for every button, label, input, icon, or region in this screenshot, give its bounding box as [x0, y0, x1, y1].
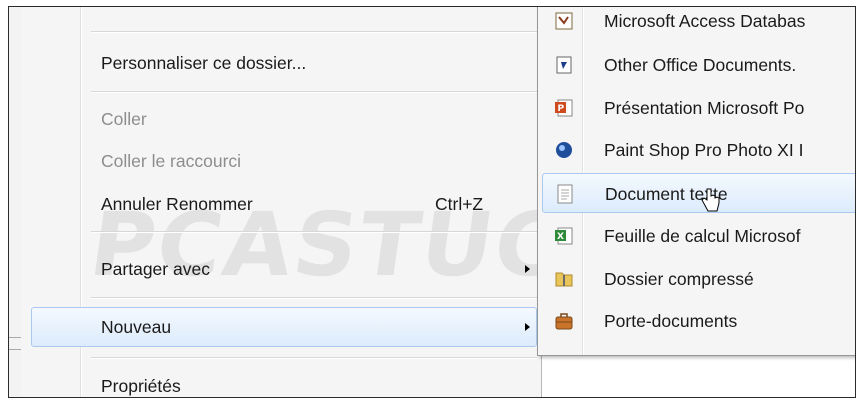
- zip-folder-icon: [555, 272, 573, 287]
- submenu-arrow-icon: [525, 323, 530, 331]
- briefcase-icon: [555, 313, 573, 330]
- submenu-item-label: Paint Shop Pro Photo XI I: [604, 140, 804, 160]
- context-menu: PCASTUCES Personnaliser ce dossier... Co…: [21, 7, 696, 397]
- submenu-item-paint-shop-pro[interactable]: Paint Shop Pro Photo XI I: [542, 130, 855, 170]
- svg-text:P: P: [558, 104, 565, 114]
- submenu-item-compressed-folder[interactable]: Dossier compressé: [542, 259, 855, 299]
- submenu-item-powerpoint-presentation[interactable]: P Présentation Microsoft Po: [542, 88, 855, 128]
- menu-item-label: Coller le raccourci: [101, 151, 242, 171]
- submenu-arrow-icon: [525, 265, 530, 273]
- background-file-pane: [539, 355, 855, 397]
- mouse-pointer-icon: [701, 188, 720, 212]
- paint-shop-pro-icon: [556, 142, 572, 158]
- menu-separator: [91, 31, 537, 33]
- menu-item-label: Propriétés: [101, 376, 181, 396]
- menu-item-properties[interactable]: Propriétés: [31, 367, 537, 397]
- submenu-item-label: Other Office Documents.: [604, 55, 797, 75]
- svg-text:X: X: [557, 232, 564, 242]
- menu-item-paste-shortcut[interactable]: Coller le raccourci: [31, 142, 537, 180]
- menu-item-paste[interactable]: Coller: [31, 100, 537, 138]
- text-document-icon: [557, 184, 573, 204]
- submenu-item-label: Feuille de calcul Microsof: [604, 226, 801, 246]
- submenu-item-briefcase[interactable]: Porte-documents: [542, 301, 855, 341]
- menu-item-label: Personnaliser ce dossier...: [101, 53, 307, 73]
- menu-separator: [91, 91, 537, 93]
- access-database-icon: [555, 12, 573, 30]
- menu-item-label: Nouveau: [101, 317, 172, 337]
- submenu-item-text-document[interactable]: Document texte: [542, 173, 855, 213]
- menu-item-new[interactable]: Nouveau: [31, 307, 537, 347]
- menu-separator: [91, 357, 537, 359]
- excel-spreadsheet-icon: X: [555, 227, 573, 245]
- submenu-item-access-database[interactable]: Microsoft Access Databas: [542, 7, 855, 41]
- submenu-item-label: Dossier compressé: [604, 269, 754, 289]
- menu-separator: [91, 231, 537, 233]
- menu-item-label: Partager avec: [101, 259, 210, 279]
- powerpoint-icon: P: [555, 99, 573, 117]
- submenu-item-label: Microsoft Access Databas: [604, 11, 806, 31]
- screenshot-frame: PCASTUCES Personnaliser ce dossier... Co…: [8, 6, 856, 398]
- shortcut-label: Ctrl+Z: [435, 194, 484, 214]
- submenu-item-label: Présentation Microsoft Po: [604, 98, 805, 118]
- submenu-item-other-office-documents[interactable]: Other Office Documents.: [542, 45, 855, 85]
- menu-item-label: Coller: [101, 109, 147, 129]
- menu-separator: [91, 297, 537, 299]
- menu-item-customize-folder[interactable]: Personnaliser ce dossier...: [31, 44, 537, 82]
- submenu-item-excel-spreadsheet[interactable]: X Feuille de calcul Microsof: [542, 216, 855, 256]
- office-document-icon: [556, 56, 572, 74]
- submenu-item-label: Porte-documents: [604, 311, 738, 331]
- menu-item-undo-rename[interactable]: Annuler Renommer Ctrl+Z: [31, 185, 537, 223]
- menu-item-share-with[interactable]: Partager avec: [31, 250, 537, 288]
- new-submenu: Microsoft Access Databas Other Office Do…: [537, 7, 855, 356]
- menu-item-label: Annuler Renommer: [101, 194, 253, 214]
